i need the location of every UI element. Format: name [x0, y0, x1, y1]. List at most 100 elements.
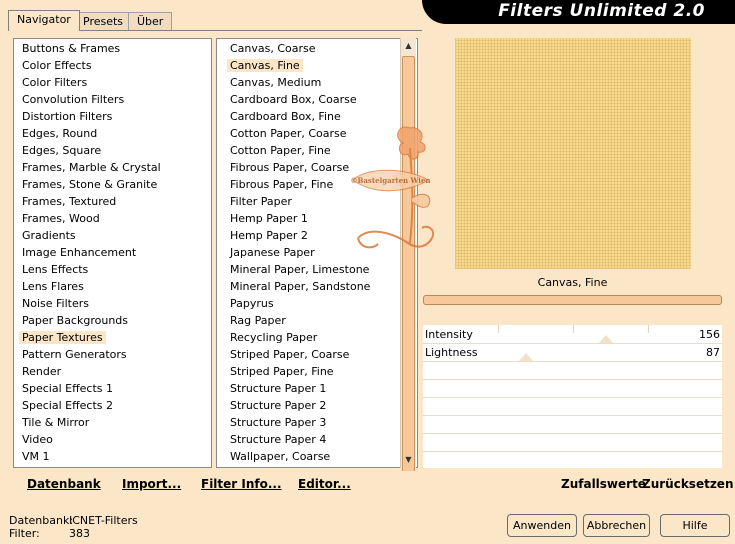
reset-button[interactable]: Zurücksetzen — [642, 477, 733, 491]
category-item[interactable]: Pattern Generators — [19, 346, 211, 363]
category-item-label: Special Effects 1 — [22, 382, 114, 395]
category-item[interactable]: Paper Backgrounds — [19, 312, 211, 329]
divider — [423, 433, 722, 434]
filter-item-label: Cardboard Box, Coarse — [230, 93, 357, 106]
category-item[interactable]: Edges, Round — [19, 125, 211, 142]
slider-value: 87 — [706, 346, 720, 359]
category-item-label: Tile & Mirror — [22, 416, 90, 429]
filter-item-label: Structure Paper 1 — [230, 382, 327, 395]
filter-item-label: Fibrous Paper, Coarse — [230, 161, 350, 174]
import-button[interactable]: Import... — [122, 477, 181, 491]
randomize-button[interactable]: Zufallswerte — [561, 477, 646, 491]
divider — [423, 397, 722, 398]
apply-button[interactable]: Anwenden — [507, 514, 577, 537]
filter-item-label: Canvas, Medium — [230, 76, 322, 89]
status-db-value: ICNET-Filters — [69, 514, 138, 527]
category-item[interactable]: Render — [19, 363, 211, 380]
category-item[interactable]: Special Effects 1 — [19, 380, 211, 397]
filter-item[interactable]: Canvas, Fine — [227, 57, 417, 74]
category-item[interactable]: Distortion Filters — [19, 108, 211, 125]
scroll-up-arrow-icon[interactable]: ▲ — [401, 38, 416, 54]
status-filter-count: Filter: 383 — [9, 527, 90, 540]
category-item-label: Convolution Filters — [22, 93, 125, 106]
filter-item-label: Filter Paper — [230, 195, 292, 208]
category-item[interactable]: Color Effects — [19, 57, 211, 74]
filter-item[interactable]: Structure Paper 1 — [227, 380, 417, 397]
category-item-label: Lens Effects — [22, 263, 89, 276]
category-item[interactable]: Frames, Stone & Granite — [19, 176, 211, 193]
slider-panel[interactable]: Intensity 156 Lightness 87 — [423, 325, 722, 468]
filter-item[interactable]: Wallpaper, Coarse — [227, 448, 417, 465]
watermark-logo: ©Bastelgarten Wien — [348, 118, 443, 268]
category-item[interactable]: Lens Effects — [19, 261, 211, 278]
category-item[interactable]: Color Filters — [19, 74, 211, 91]
filter-item[interactable]: Structure Paper 3 — [227, 414, 417, 431]
filter-item[interactable]: Structure Paper 4 — [227, 431, 417, 448]
filter-item-label: Hemp Paper 2 — [230, 229, 308, 242]
category-item-label: Color Filters — [22, 76, 88, 89]
tab-navigator[interactable]: Navigator — [8, 10, 80, 31]
category-item[interactable]: Special Effects 2 — [19, 397, 211, 414]
category-item-label: Distortion Filters — [22, 110, 113, 123]
category-item[interactable]: Frames, Wood — [19, 210, 211, 227]
category-item[interactable]: Tile & Mirror — [19, 414, 211, 431]
category-item[interactable]: VM 1 — [19, 448, 211, 465]
filter-item-label: Striped Paper, Coarse — [230, 348, 350, 361]
category-item[interactable]: Image Enhancement — [19, 244, 211, 261]
filter-item-label: Striped Paper, Fine — [230, 365, 334, 378]
filter-item[interactable]: Papyrus — [227, 295, 417, 312]
category-item[interactable]: Gradients — [19, 227, 211, 244]
slider-value: 156 — [699, 328, 720, 341]
preview-image — [455, 38, 691, 269]
filter-item[interactable]: Canvas, Medium — [227, 74, 417, 91]
category-item-label: Frames, Wood — [22, 212, 100, 225]
category-item[interactable]: Edges, Square — [19, 142, 211, 159]
filter-item[interactable]: Striped Paper, Fine — [227, 363, 417, 380]
category-item[interactable]: Frames, Textured — [19, 193, 211, 210]
datenbank-button[interactable]: Datenbank — [27, 477, 101, 491]
category-item-label: Color Effects — [22, 59, 92, 72]
category-item-label: Paper Textures — [19, 331, 106, 344]
divider — [423, 379, 722, 380]
filter-item[interactable]: Rag Paper — [227, 312, 417, 329]
scroll-down-arrow-icon[interactable]: ▼ — [401, 452, 416, 468]
divider — [423, 415, 722, 416]
category-item-label: Frames, Textured — [22, 195, 117, 208]
filter-item-label: Structure Paper 2 — [230, 399, 327, 412]
category-item[interactable]: Video — [19, 431, 211, 448]
category-item-label: Render — [22, 365, 62, 378]
editor-button[interactable]: Editor... — [298, 477, 351, 491]
tab-presets[interactable]: Presets — [74, 12, 133, 30]
status-filter-value: 383 — [69, 527, 90, 540]
divider — [423, 451, 722, 452]
filter-info-button[interactable]: Filter Info... — [201, 477, 282, 491]
slider-lightness[interactable]: Lightness 87 — [423, 344, 722, 361]
filter-item-label: Japanese Paper — [230, 246, 315, 259]
filter-item[interactable]: Mineral Paper, Sandstone — [227, 278, 417, 295]
filter-item-label: Cotton Paper, Coarse — [230, 127, 347, 140]
category-item[interactable]: Convolution Filters — [19, 91, 211, 108]
slider-label: Intensity — [425, 328, 473, 341]
help-button[interactable]: Hilfe — [660, 514, 730, 537]
cancel-button[interactable]: Abbrechen — [583, 514, 650, 537]
category-item[interactable]: Noise Filters — [19, 295, 211, 312]
filter-item[interactable]: Striped Paper, Coarse — [227, 346, 417, 363]
category-item[interactable]: Frames, Marble & Crystal — [19, 159, 211, 176]
category-item[interactable]: Buttons & Frames — [19, 40, 211, 57]
category-item-label: Frames, Stone & Granite — [22, 178, 158, 191]
category-list[interactable]: Buttons & Frames Color Effects Color Filte… — [13, 38, 212, 468]
filter-item[interactable]: Recycling Paper — [227, 329, 417, 346]
status-db-label: Datenbank: — [9, 514, 74, 527]
filter-item[interactable]: Canvas, Coarse — [227, 40, 417, 57]
filter-item-label: Wallpaper, Coarse — [230, 450, 331, 463]
category-item[interactable]: Paper Textures — [19, 329, 211, 346]
filter-item-label: Recycling Paper — [230, 331, 318, 344]
category-item[interactable]: Lens Flares — [19, 278, 211, 295]
filter-item-label: Cotton Paper, Fine — [230, 144, 331, 157]
title-bar: Filters Unlimited 2.0 — [422, 0, 735, 24]
filter-item-label: Papyrus — [230, 297, 274, 310]
slider-intensity[interactable]: Intensity 156 — [423, 326, 722, 343]
filter-item[interactable]: Cardboard Box, Coarse — [227, 91, 417, 108]
tab-ueber[interactable]: Über — [128, 12, 173, 30]
filter-item[interactable]: Structure Paper 2 — [227, 397, 417, 414]
